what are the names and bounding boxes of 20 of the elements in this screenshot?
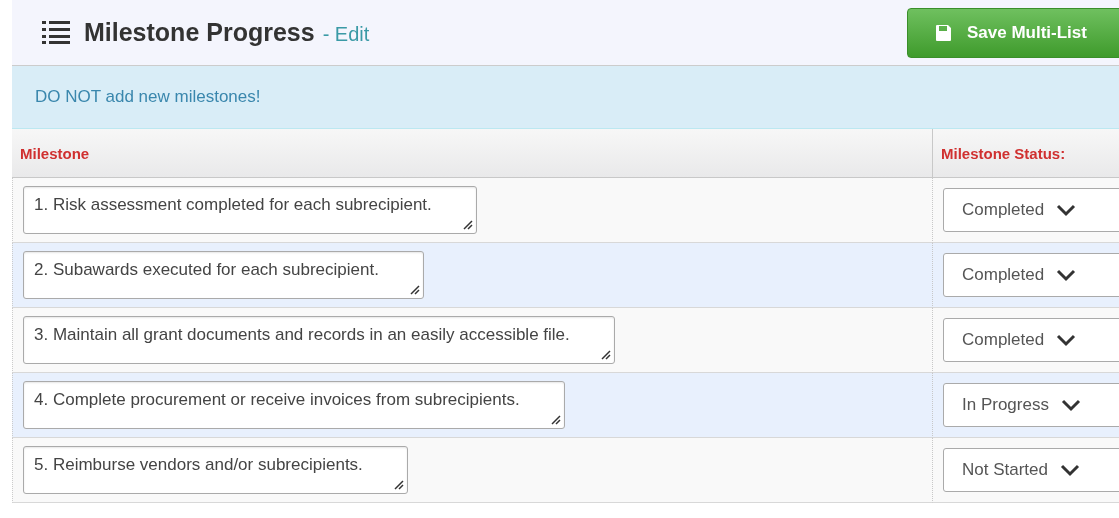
chevron-down-icon: [1056, 203, 1077, 217]
milestone-field[interactable]: 3. Maintain all grant documents and records in an easily accessible file.: [23, 316, 615, 364]
column-header: Milestone Status:: [932, 129, 1119, 178]
chevron-down-icon: [1060, 463, 1080, 477]
page-title: Milestone Progress: [84, 18, 315, 47]
chevron-down-icon: [1056, 333, 1077, 347]
status-dropdown[interactable]: In Progress: [943, 383, 1119, 427]
status-dropdown[interactable]: Completed: [943, 188, 1119, 232]
chevron-down-icon: [1056, 268, 1077, 282]
column-header: Milestone: [12, 129, 932, 178]
milestone-field[interactable]: 1. Risk assessment completed for each subrecipient.: [23, 186, 477, 234]
milestone-field[interactable]: 2. Subawards executed for each subrecipient.: [23, 251, 424, 299]
status-dropdown[interactable]: Completed: [943, 253, 1119, 297]
warning-message: DO NOT add new milestones!: [12, 66, 1119, 129]
chevron-down-icon: [1060, 398, 1081, 412]
status-dropdown[interactable]: Completed: [943, 318, 1119, 362]
list-icon: [42, 20, 70, 45]
milestone-field[interactable]: 5. Reimburse vendors and/or subrecipients.: [23, 446, 408, 494]
status-dropdown[interactable]: Not Started: [943, 448, 1119, 492]
milestone-field[interactable]: 4. Complete procurement or receive invoices from subrecipients.: [23, 381, 565, 429]
